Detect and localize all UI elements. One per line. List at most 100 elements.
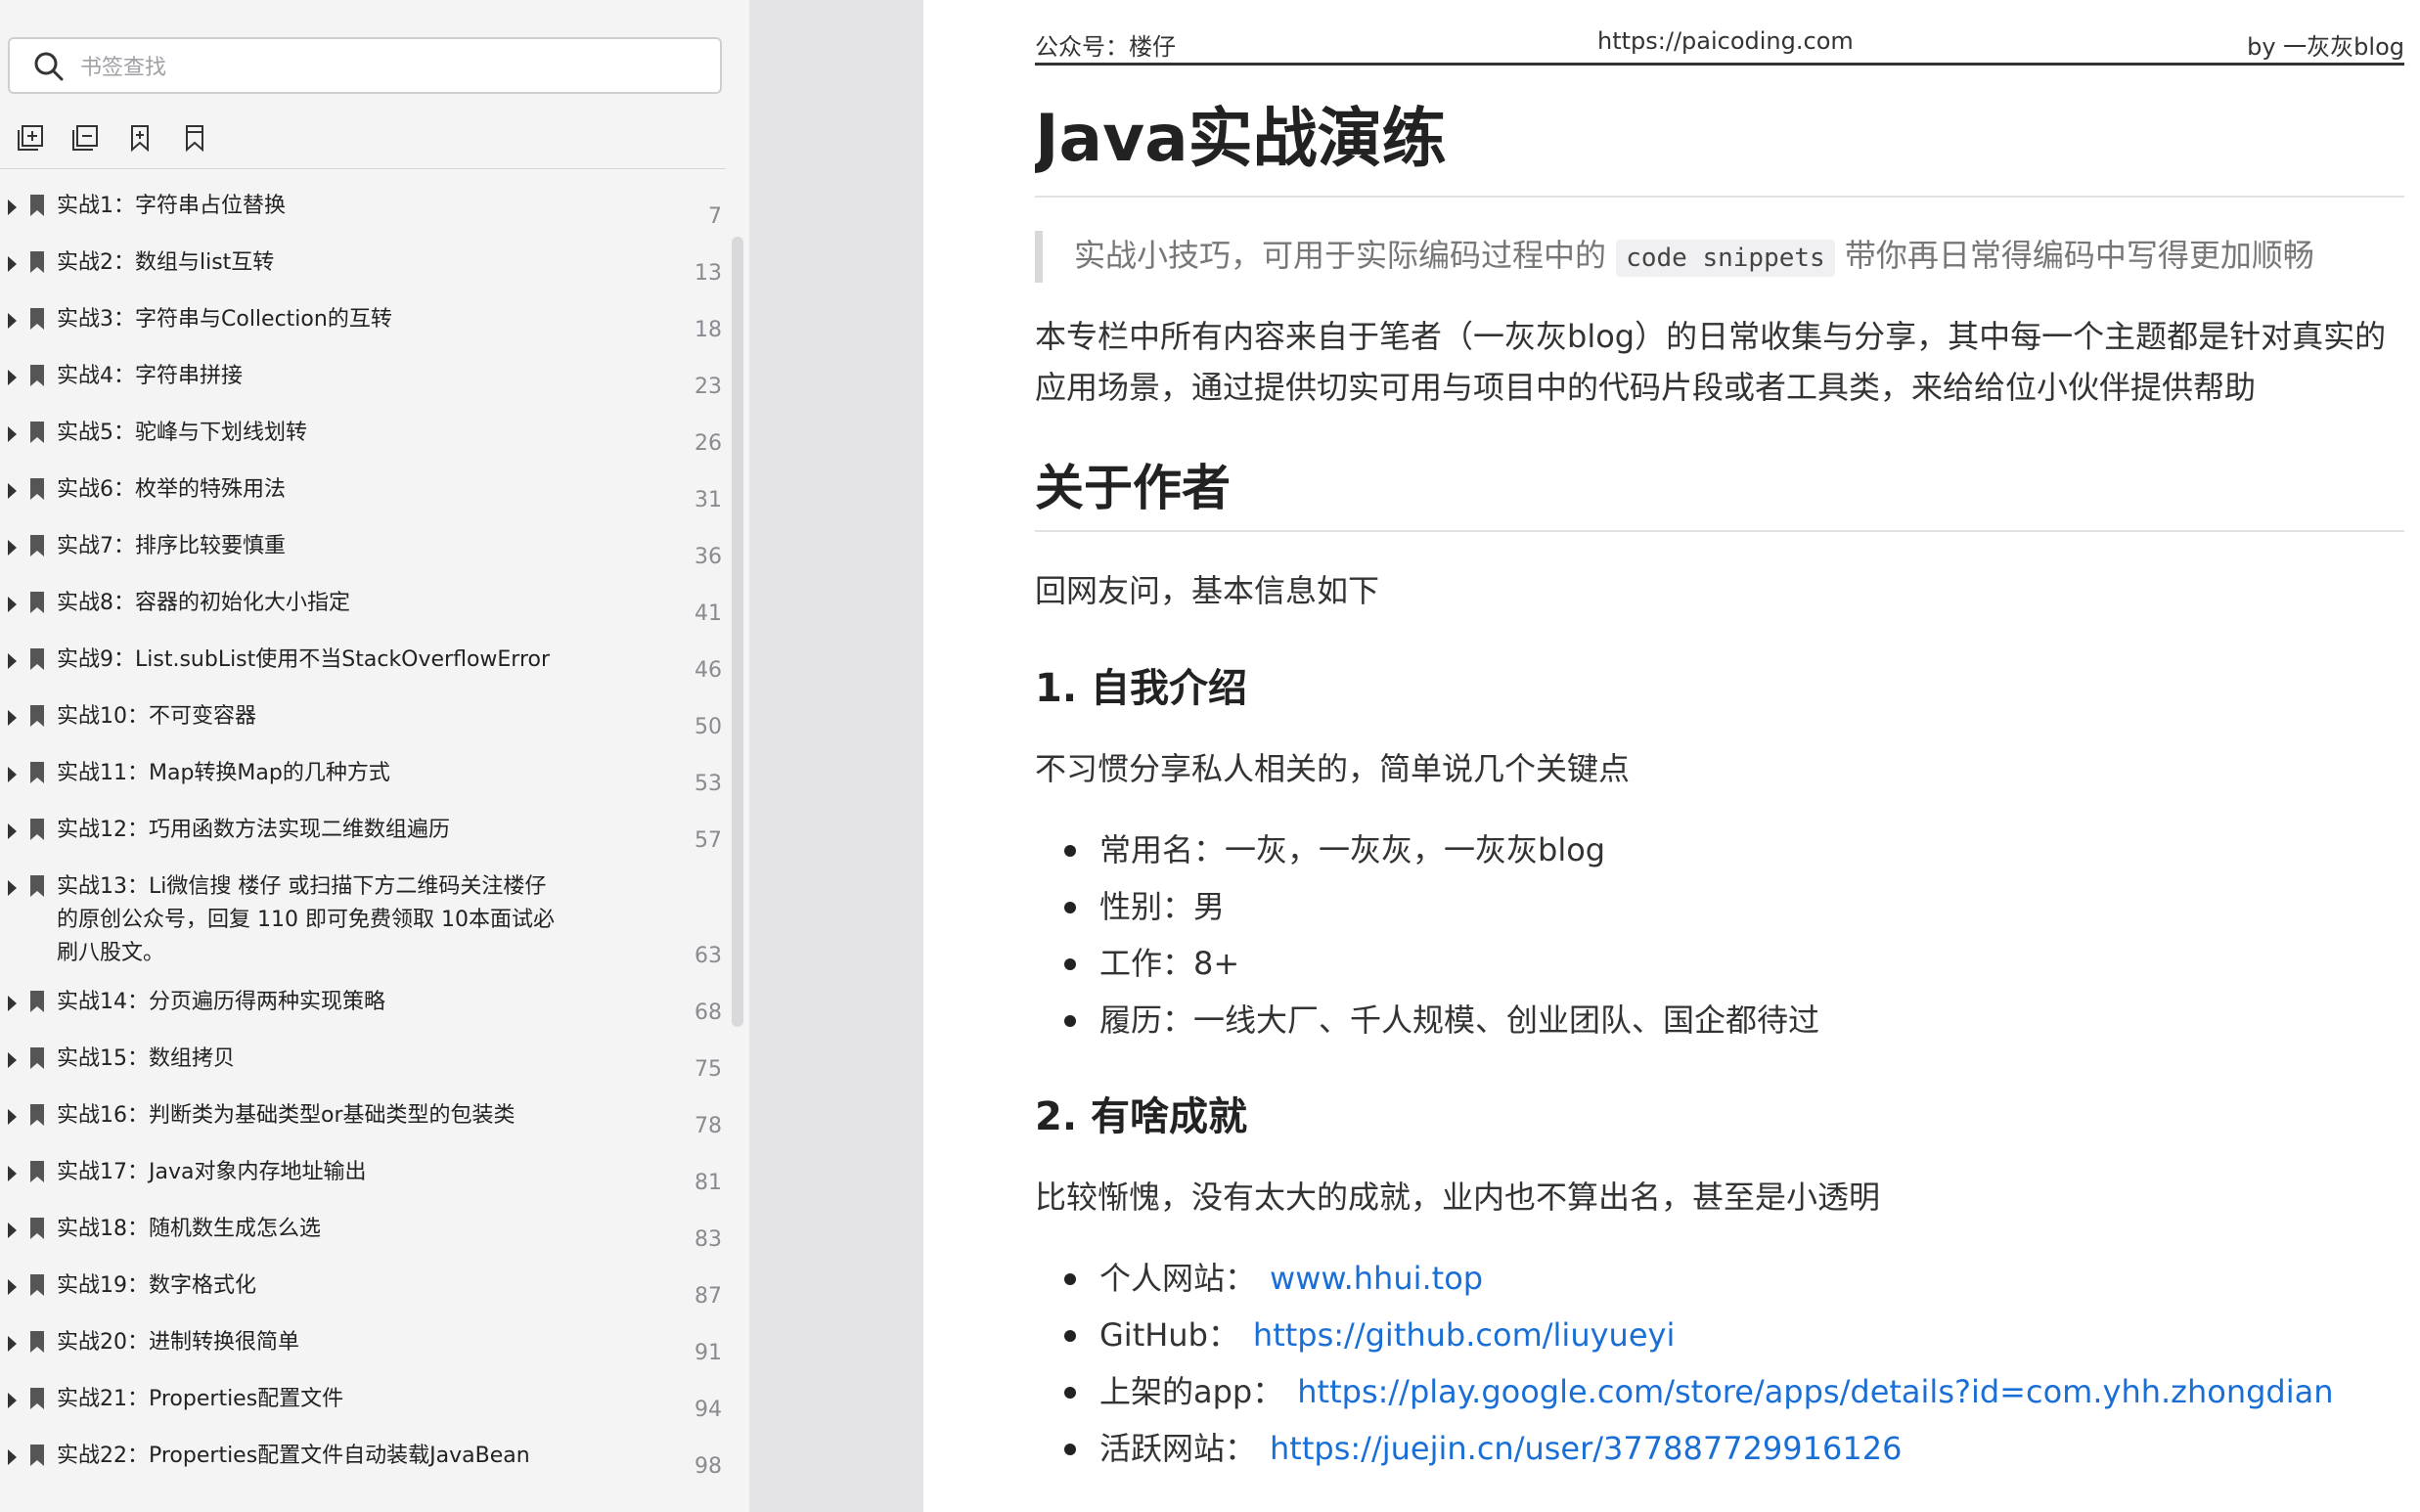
expand-caret-icon[interactable] [8, 767, 17, 782]
collapse-all-button[interactable] [68, 121, 102, 155]
toc-item[interactable]: 实战20：进制转换很简单 91 [0, 1311, 726, 1367]
toc-item[interactable]: 实战19：数字格式化 87 [0, 1254, 726, 1311]
about-paragraph: 回网友问，基本信息如下 [1035, 572, 1380, 609]
expand-all-button[interactable] [14, 121, 47, 155]
toc-item[interactable]: 实战5：驼峰与下划线划转 26 [0, 401, 726, 458]
toc-item[interactable]: 实战3：字符串与Collection的互转 18 [0, 288, 726, 344]
quote-text-after: 带你再日常得编码中写得更加顺畅 [1844, 237, 2314, 274]
expand-caret-icon[interactable] [8, 256, 17, 272]
toc-item[interactable]: 实战15：数组拷贝 75 [0, 1027, 726, 1084]
toc-item[interactable]: 实战14：分页遍历得两种实现策略 68 [0, 970, 726, 1027]
expand-caret-icon[interactable] [8, 1166, 17, 1181]
bookmark-icon [30, 195, 44, 216]
expand-caret-icon[interactable] [8, 1109, 17, 1125]
bookmark-icon [30, 422, 44, 443]
toc-item[interactable]: 实战2：数组与list互转 13 [0, 231, 726, 288]
list-item: 活跃网站： https://juejin.cn/user/377887729916… [1035, 1420, 2404, 1477]
expand-caret-icon[interactable] [8, 1449, 17, 1465]
collapse-all-icon [72, 125, 98, 151]
toc-item[interactable]: 实战17：Java对象内存地址输出 81 [0, 1140, 726, 1197]
bookmark-button[interactable] [178, 121, 211, 155]
bookmark-icon [30, 648, 44, 670]
app-link[interactable]: https://play.google.com/store/apps/detai… [1297, 1373, 2333, 1410]
expand-caret-icon[interactable] [8, 426, 17, 442]
juejin-link[interactable]: https://juejin.cn/user/377887729916126 [1270, 1430, 1902, 1467]
toc-item-page: 98 [695, 1454, 722, 1479]
personal-site-link[interactable]: www.hhui.top [1270, 1260, 1483, 1297]
toc-item[interactable]: 实战6：枚举的特殊用法 31 [0, 458, 726, 514]
expand-all-icon [18, 125, 43, 151]
header-right-text: by 一灰灰blog [2247, 33, 2404, 61]
link-label: GitHub： [1099, 1316, 1239, 1354]
toc-item-label: 实战9：List.subList使用不当StackOverflowError [57, 647, 551, 672]
toc-item[interactable]: 实战12：巧用函数方法实现二维数组遍历 57 [0, 798, 726, 855]
toc-item[interactable]: 实战18：随机数生成怎么选 83 [0, 1197, 726, 1254]
toc-item[interactable]: 实战4：字符串拼接 23 [0, 344, 726, 401]
toolbar-divider [0, 168, 726, 169]
expand-caret-icon[interactable] [8, 880, 17, 896]
toc-item-label: 实战16：判断类为基础类型or基础类型的包装类 [57, 1103, 515, 1128]
toc-item[interactable]: 实战9：List.subList使用不当StackOverflowError 46 [0, 628, 726, 685]
expand-caret-icon[interactable] [8, 823, 17, 839]
intro-blockquote: 实战小技巧，可用于实际编码过程中的 code snippets 带你再日常得编码… [1035, 231, 2404, 283]
page-gutter [749, 0, 923, 1512]
bookmark-icon [30, 1161, 44, 1182]
github-link[interactable]: https://github.com/liuyueyi [1253, 1316, 1675, 1354]
toc-item[interactable]: 实战16：判断类为基础类型or基础类型的包装类 78 [0, 1084, 726, 1140]
bookmark-icon [30, 535, 44, 556]
expand-caret-icon[interactable] [8, 313, 17, 329]
bookmark-icon [30, 1274, 44, 1296]
expand-caret-icon[interactable] [8, 200, 17, 215]
list-item: 工作：8+ [1035, 935, 2404, 992]
expand-caret-icon[interactable] [8, 597, 17, 612]
toc-item-label: 实战12：巧用函数方法实现二维数组遍历 [57, 818, 450, 842]
expand-caret-icon[interactable] [8, 1393, 17, 1408]
about-rule [1035, 530, 2404, 532]
bookmark-search-box[interactable] [8, 37, 722, 94]
toc-item[interactable]: 实战1：字符串占位替换 7 [0, 174, 726, 231]
link-label: 个人网站： [1099, 1260, 1257, 1297]
expand-caret-icon[interactable] [8, 1336, 17, 1352]
bookmark-icon [30, 819, 44, 840]
intro-paragraph: 本专栏中所有内容来自于笔者（一灰灰blog）的日常收集与分享，其中每一个主题都是… [1035, 318, 2387, 406]
sidebar-scrollbar[interactable] [732, 237, 743, 1027]
toc-item[interactable]: 实战21：Properties配置文件 94 [0, 1367, 726, 1424]
toc-item[interactable]: 实战13：Li微信搜 楼仔 或扫描下方二维码关注楼仔的原创公众号，回复 110 … [0, 855, 726, 970]
toc-item-label: 实战22：Properties配置文件自动装载JavaBean [57, 1444, 530, 1468]
bookmark-icon [30, 1331, 44, 1353]
section2-paragraph: 比较惭愧，没有太大的成就，业内也不算出名，甚至是小透明 [1035, 1178, 1881, 1216]
bookmark-search-input[interactable] [78, 47, 708, 88]
add-bookmark-icon [131, 125, 149, 153]
toc-item-label: 实战6：枚举的特殊用法 [57, 477, 286, 502]
toc-item[interactable]: 实战10：不可变容器 50 [0, 685, 726, 741]
expand-caret-icon[interactable] [8, 653, 17, 669]
toc-item-page: 87 [695, 1284, 722, 1309]
expand-caret-icon[interactable] [8, 1223, 17, 1238]
toc-item-page: 46 [695, 658, 722, 683]
toc-item-page: 36 [695, 545, 722, 569]
section1-paragraph: 不习惯分享私人相关的，简单说几个关键点 [1035, 750, 1631, 787]
expand-caret-icon[interactable] [8, 1052, 17, 1068]
expand-caret-icon[interactable] [8, 540, 17, 556]
toc-item-label: 实战14：分页遍历得两种实现策略 [57, 990, 385, 1014]
toc-item-page: 53 [695, 772, 722, 796]
expand-caret-icon[interactable] [8, 996, 17, 1011]
expand-caret-icon[interactable] [8, 1279, 17, 1295]
expand-caret-icon[interactable] [8, 483, 17, 499]
add-bookmark-button[interactable] [123, 121, 157, 155]
toc-item-label: 实战1：字符串占位替换 [57, 194, 286, 218]
toc-item[interactable]: 实战22：Properties配置文件自动装载JavaBean 98 [0, 1424, 726, 1481]
bookmark-icon [30, 762, 44, 783]
toc-item-label: 实战7：排序比较要慎重 [57, 534, 286, 558]
toc-item-label: 实战4：字符串拼接 [57, 364, 243, 388]
toc-item[interactable]: 实战8：容器的初始化大小指定 41 [0, 571, 726, 628]
bookmark-icon [30, 1445, 44, 1466]
expand-caret-icon[interactable] [8, 710, 17, 726]
toc-item[interactable]: 实战7：排序比较要慎重 36 [0, 514, 726, 571]
list-item: 个人网站： www.hhui.top [1035, 1250, 2404, 1307]
toc-item[interactable]: 实战11：Map转换Map的几种方式 53 [0, 741, 726, 798]
bookmark-icon [186, 125, 203, 153]
expand-caret-icon[interactable] [8, 370, 17, 385]
toc-item-page: 18 [695, 318, 722, 342]
toc-item-label: 实战10：不可变容器 [57, 704, 256, 729]
